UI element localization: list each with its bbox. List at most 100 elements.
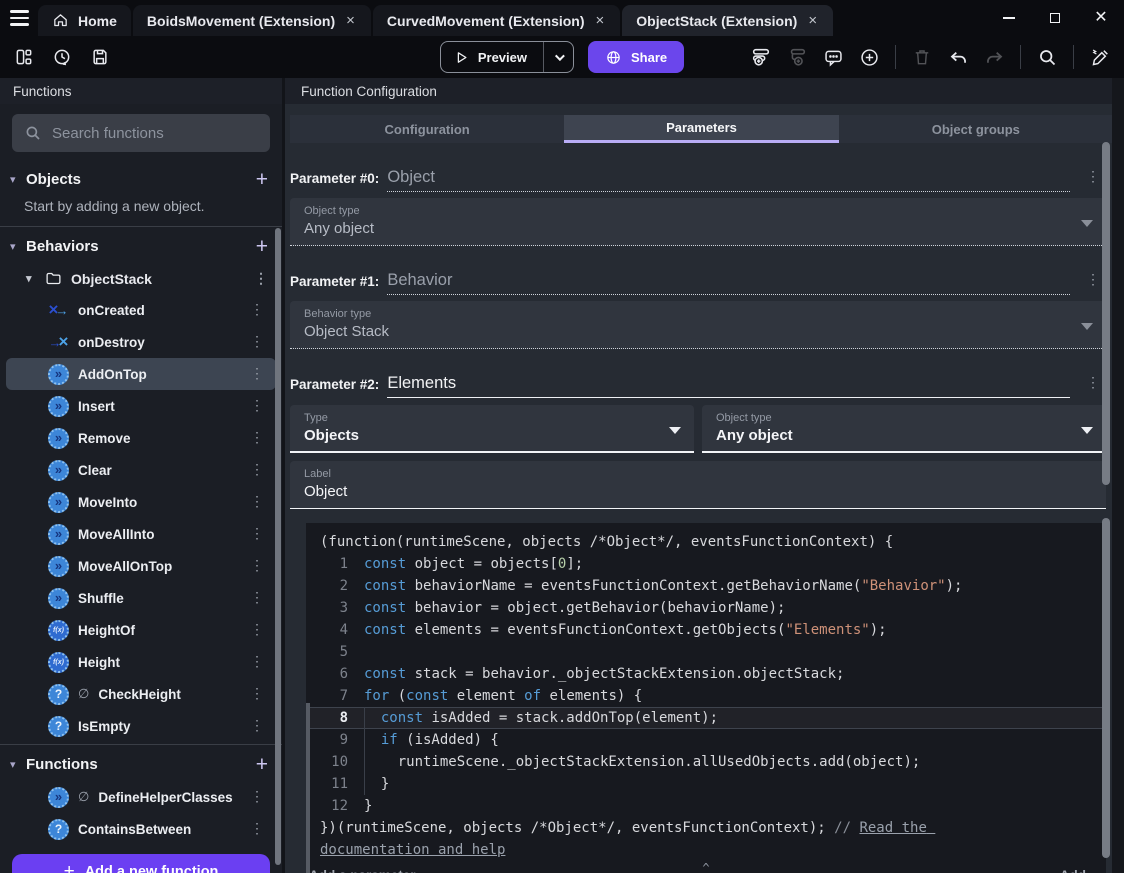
kebab-menu-icon[interactable] [250,717,264,735]
tab-objectstack[interactable]: ObjectStack (Extension) × [622,5,834,36]
parameter-type-select[interactable]: Type Objects [290,405,694,453]
function-list-item[interactable]: onDestroy [6,326,276,358]
kebab-menu-icon[interactable] [250,397,264,415]
close-tab-icon[interactable]: × [806,12,819,29]
parameter-name-input[interactable]: Behavior [387,271,1070,295]
search-icon[interactable] [1033,43,1061,71]
kebab-menu-icon[interactable] [250,301,264,319]
tab-curvedmovement[interactable]: CurvedMovement (Extension) × [372,5,621,36]
maximize-button[interactable] [1032,0,1078,36]
section-objects[interactable]: ▾ Objects + [0,162,282,196]
line-number: 7 [339,688,348,704]
kebab-menu-icon[interactable] [250,429,264,447]
add-object-button[interactable]: + [256,169,268,190]
kebab-menu-icon[interactable] [250,653,264,671]
function-list-item[interactable]: onCreated [6,294,276,326]
kebab-menu-icon[interactable] [250,788,264,806]
add-parameter-button[interactable]: Add a parameter [309,866,416,873]
kebab-menu-icon[interactable] [250,685,264,703]
redo-icon[interactable] [980,43,1008,71]
add-new-function-button[interactable]: Add a new function [12,854,270,873]
add-function-plus-button[interactable]: + [256,754,268,775]
kebab-menu-icon[interactable] [250,589,264,607]
function-list-item[interactable]: MoveAllOnTop [6,550,276,582]
scrollbar-track[interactable] [1112,78,1124,873]
object-type-select-2[interactable]: Object type Any object [702,405,1106,453]
preview-dropdown-icon[interactable] [544,50,573,61]
chevron-down-icon[interactable]: ▾ [10,240,26,253]
sidebar-scrollbar[interactable] [275,228,281,865]
delete-icon[interactable] [908,43,936,71]
kebab-menu-icon[interactable] [1086,168,1100,186]
minimize-button[interactable] [986,0,1032,36]
chevron-down-icon[interactable]: ▾ [26,272,36,285]
tab-boidsmovement[interactable]: BoidsMovement (Extension) × [132,5,371,36]
search-input[interactable] [12,114,270,152]
code-text: runtimeScene._objectStackExtension.allUs… [364,751,921,773]
add-event-icon[interactable] [747,43,775,71]
share-button[interactable]: Share [588,41,685,73]
edit-pencil-icon[interactable] [1086,43,1114,71]
code-text: } [364,798,373,814]
add-comment-icon[interactable] [819,43,847,71]
label-text-field[interactable]: Label Object [290,461,1106,509]
add-behavior-button[interactable]: + [256,236,268,257]
kebab-menu-icon[interactable] [250,461,264,479]
add-subevent-icon[interactable] [783,43,811,71]
editor-scrollbar[interactable] [1102,518,1110,858]
kebab-menu-icon[interactable] [250,365,264,383]
code-line: 5 [306,641,1106,663]
function-list-item[interactable]: Remove [6,422,276,454]
field-value: Any object [304,220,375,237]
function-list-item[interactable]: DefineHelperClasses [6,781,276,813]
field-value: Object Stack [304,323,390,340]
close-tab-icon[interactable]: × [344,12,357,29]
function-list-item[interactable]: Height [6,646,276,678]
kebab-menu-icon[interactable] [250,525,264,543]
kebab-menu-icon[interactable] [250,621,264,639]
function-list-item[interactable]: Clear [6,454,276,486]
parameter-name-input[interactable]: Object [387,168,1070,192]
behavior-group-objectstack[interactable]: ▾ ObjectStack [0,263,282,294]
tab-home[interactable]: Home [38,5,131,36]
close-tab-icon[interactable]: × [594,12,607,29]
close-window-button[interactable]: ✕ [1078,0,1124,36]
function-list-item[interactable]: IsEmpty [6,710,276,742]
parameter-name-input[interactable]: Elements [387,374,1070,398]
tab-configuration[interactable]: Configuration [290,115,564,143]
main-menu-icon[interactable] [0,0,38,36]
behavior-type-select[interactable]: Behavior type Object Stack [290,301,1106,349]
add-circle-icon[interactable] [855,43,883,71]
tab-parameters[interactable]: Parameters [564,115,839,143]
kebab-menu-icon[interactable] [250,820,264,838]
kebab-menu-icon[interactable] [250,557,264,575]
add-button[interactable]: Add [1060,866,1086,873]
tab-object-groups[interactable]: Object groups [839,115,1113,143]
section-behaviors[interactable]: ▾ Behaviors + [0,229,282,263]
kebab-menu-icon[interactable] [1086,271,1100,289]
function-list-item[interactable]: Insert [6,390,276,422]
function-list-item[interactable]: CheckHeight [6,678,276,710]
section-label: Behaviors [26,237,99,255]
function-list-item[interactable]: Shuffle [6,582,276,614]
editor-layout-icon[interactable] [10,43,38,71]
function-list-item[interactable]: HeightOf [6,614,276,646]
parameters-scrollbar[interactable] [1102,142,1110,485]
preview-button[interactable]: Preview [439,41,574,73]
undo-icon[interactable] [944,43,972,71]
function-list-item[interactable]: AddOnTop [6,358,276,390]
kebab-menu-icon[interactable] [250,333,264,351]
section-functions[interactable]: ▾ Functions + [0,747,282,781]
chevron-down-icon[interactable]: ▾ [10,173,26,186]
code-editor[interactable]: (function(runtimeScene, objects /*Object… [306,523,1106,873]
object-type-select[interactable]: Object type Any object [290,198,1106,246]
history-icon[interactable] [48,43,76,71]
save-icon[interactable] [86,43,114,71]
chevron-down-icon[interactable]: ▾ [10,758,26,771]
function-list-item[interactable]: ContainsBetween [6,813,276,845]
kebab-menu-icon[interactable] [1086,374,1100,392]
kebab-menu-icon[interactable] [250,493,264,511]
function-list-item[interactable]: MoveInto [6,486,276,518]
kebab-menu-icon[interactable] [254,270,268,287]
function-list-item[interactable]: MoveAllInto [6,518,276,550]
